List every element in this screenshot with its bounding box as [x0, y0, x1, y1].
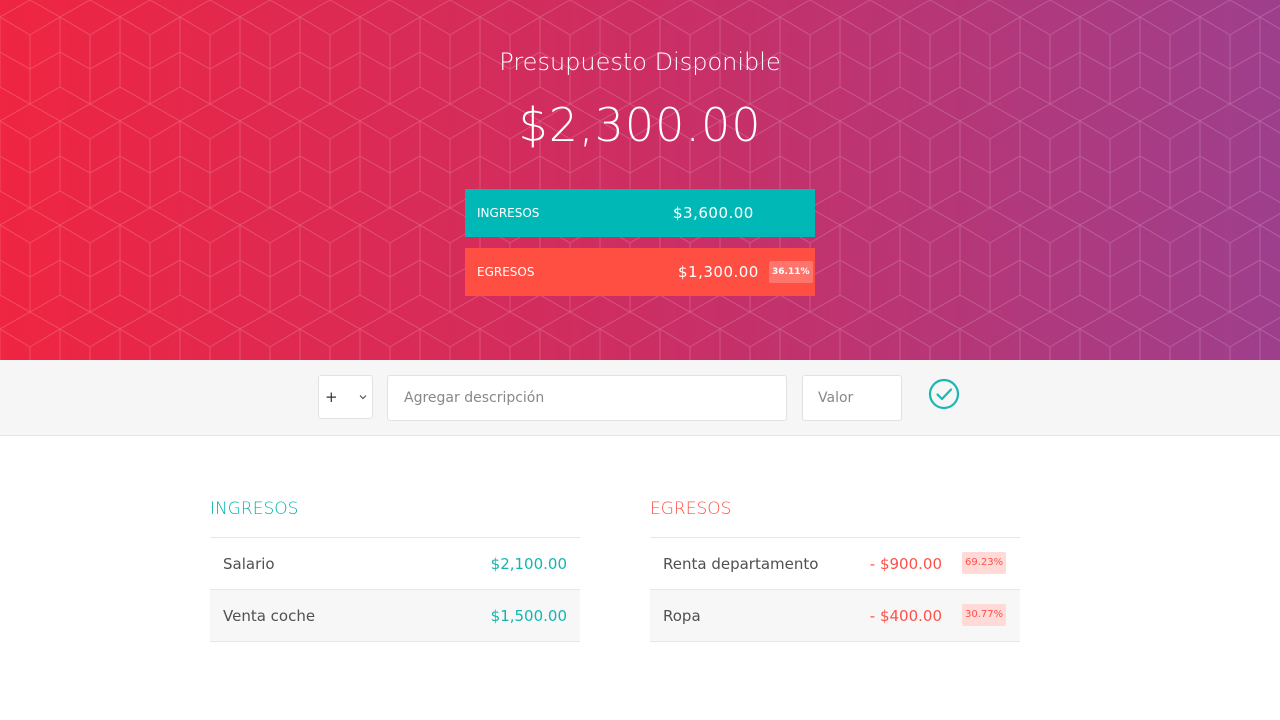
- expenses-list: Egresos Renta departamento - $900.00 69.…: [650, 496, 1020, 642]
- type-select[interactable]: +: [318, 375, 373, 419]
- expense-item-percentage: 30.77%: [962, 604, 1007, 626]
- budget-value: $2,300.00: [518, 98, 762, 152]
- income-item-value: $2,100.00: [490, 555, 567, 573]
- type-select-value: +: [325, 388, 338, 406]
- expenses-summary-label: Egresos: [477, 265, 535, 279]
- budget-title: Presupuesto Disponible: [499, 48, 781, 76]
- expenses-percentage-badge: 36.11%: [769, 261, 813, 283]
- expense-item-value: - $400.00: [869, 607, 942, 625]
- income-item-description: Venta coche: [223, 607, 316, 625]
- income-list-title: Ingresos: [210, 496, 580, 538]
- chevron-down-icon: [359, 395, 367, 400]
- expense-item-description: Ropa: [663, 607, 701, 625]
- expenses-summary: Egresos $1,300.00 36.11%: [465, 248, 815, 296]
- budget-header: Presupuesto Disponible $2,300.00 Ingreso…: [0, 0, 1280, 360]
- expense-item-value: - $900.00: [869, 555, 942, 573]
- expense-item[interactable]: Renta departamento - $900.00 69.23%: [650, 538, 1020, 590]
- value-input[interactable]: [802, 375, 902, 421]
- expenses-summary-value: $1,300.00: [678, 263, 759, 281]
- add-button[interactable]: [926, 377, 962, 413]
- income-item-description: Salario: [223, 555, 275, 573]
- expense-item-description: Renta departamento: [663, 555, 819, 573]
- income-summary: Ingresos $3,600.00: [465, 189, 815, 237]
- income-summary-label: Ingresos: [477, 206, 540, 220]
- check-circle-icon: [928, 378, 960, 410]
- income-list: Ingresos Salario $2,100.00 Venta coche $…: [210, 496, 580, 642]
- income-item-value: $1,500.00: [490, 607, 567, 625]
- expense-item[interactable]: Ropa - $400.00 30.77%: [650, 590, 1020, 642]
- income-item[interactable]: Venta coche $1,500.00: [210, 590, 580, 642]
- add-entry-bar: +: [0, 360, 1280, 436]
- income-summary-value: $3,600.00: [673, 204, 754, 222]
- income-item[interactable]: Salario $2,100.00: [210, 538, 580, 590]
- expenses-list-title: Egresos: [650, 496, 1020, 538]
- expense-item-percentage: 69.23%: [962, 552, 1007, 574]
- description-input[interactable]: [387, 375, 787, 421]
